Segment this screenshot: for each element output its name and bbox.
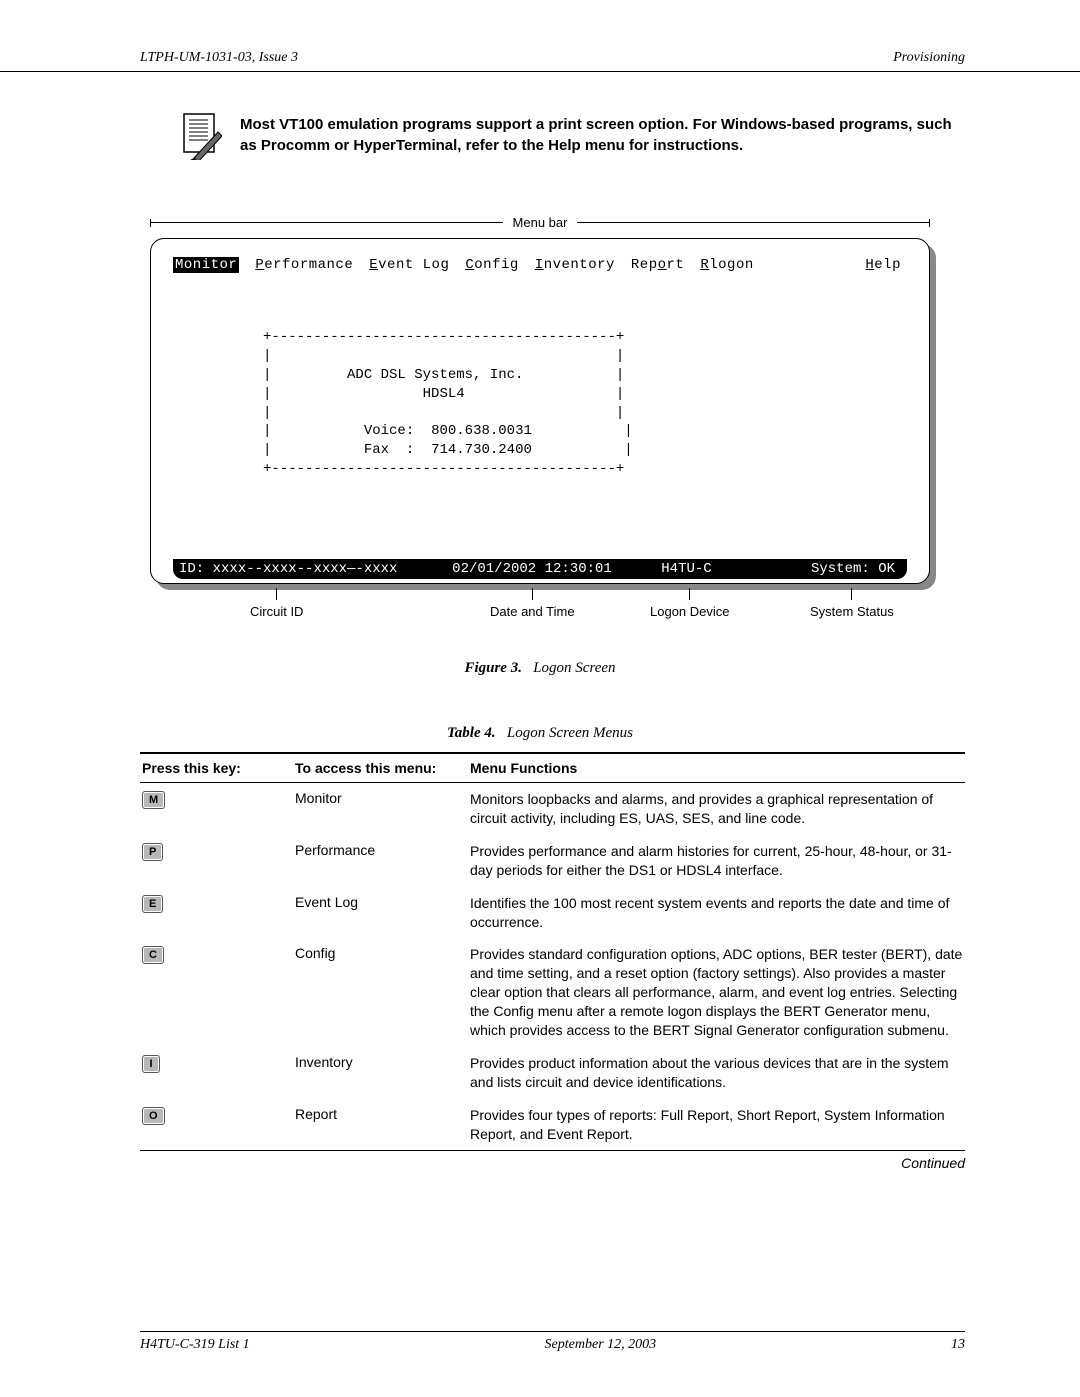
status-device: H4TU-C: [629, 561, 744, 577]
table-row: O ReportProvides four types of reports: F…: [140, 1099, 965, 1151]
menu-name: Inventory: [295, 1054, 470, 1070]
note-block: Most VT100 emulation programs support a …: [180, 112, 965, 160]
table-row: C ConfigProvides standard configuration o…: [140, 938, 965, 1046]
menu-help[interactable]: Help: [865, 257, 907, 273]
logon-menu-table: Press this key: To access this menu: Men…: [140, 752, 965, 1171]
status-system: System: OK: [811, 561, 903, 577]
figure-callouts: Circuit ID Date and Time Logon Device Sy…: [150, 588, 930, 628]
menu-monitor[interactable]: Monitor: [173, 257, 239, 273]
menu-function: Identifies the 100 most recent system ev…: [470, 894, 965, 932]
page-footer: H4TU-C-319 List 1 September 12, 2003 13: [140, 1331, 965, 1353]
menu-bar-label: Menu bar: [150, 215, 930, 230]
note-text: Most VT100 emulation programs support a …: [240, 112, 965, 156]
menu-function: Monitors loopbacks and alarms, and provi…: [470, 790, 965, 828]
key-badge: C: [142, 946, 164, 964]
menu-name: Report: [295, 1106, 470, 1122]
menu-name: Config: [295, 945, 470, 961]
table-row: M MonitorMonitors loopbacks and alarms, a…: [140, 783, 965, 835]
menu-performance[interactable]: Performance: [255, 257, 353, 273]
table-head: Press this key: To access this menu: Men…: [140, 752, 965, 783]
note-icon: [180, 112, 222, 160]
callout-circuit-id: Circuit ID: [250, 588, 303, 619]
table-row: I InventoryProvides product information a…: [140, 1047, 965, 1099]
menu-name: Monitor: [295, 790, 470, 806]
callout-logon-device: Logon Device: [650, 588, 730, 619]
key-badge: M: [142, 791, 165, 809]
status-circuit-id: ID: xxxx--xxxx--xxxx—-xxxx: [177, 561, 435, 577]
table-caption: Table 4. Logon Screen Menus: [0, 725, 1080, 742]
key-badge: I: [142, 1055, 160, 1073]
figure: Menu bar Monitor Performance Event Log C…: [150, 215, 930, 628]
terminal-body: +---------------------------------------…: [173, 328, 907, 479]
key-badge: E: [142, 895, 163, 913]
menu-function: Provides performance and alarm histories…: [470, 842, 965, 880]
figure-caption: Figure 3. Logon Screen: [0, 660, 1080, 677]
footer-right: 13: [951, 1337, 965, 1353]
menu-function: Provides four types of reports: Full Rep…: [470, 1106, 965, 1144]
footer-center: September 12, 2003: [545, 1337, 657, 1353]
terminal-status-bar: ID: xxxx--xxxx--xxxx—-xxxx 02/01/2002 12…: [173, 559, 907, 579]
footer-left: H4TU-C-319 List 1: [140, 1337, 250, 1353]
header-right: Provisioning: [893, 50, 965, 66]
table-row: E Event LogIdentifies the 100 most recent…: [140, 887, 965, 939]
menu-report[interactable]: Report: [631, 257, 684, 273]
menu-function: Provides product information about the v…: [470, 1054, 965, 1092]
callout-datetime: Date and Time: [490, 588, 575, 619]
page-header: LTPH-UM-1031-03, Issue 3 Provisioning: [0, 0, 1080, 72]
menu-rlogon[interactable]: Rlogon: [700, 257, 753, 273]
menu-function: Provides standard configuration options,…: [470, 945, 965, 1039]
terminal-window: Monitor Performance Event Log Config Inv…: [150, 238, 930, 584]
menu-inventory[interactable]: Inventory: [535, 257, 615, 273]
callout-system-status: System Status: [810, 588, 894, 619]
menu-config[interactable]: Config: [465, 257, 518, 273]
key-badge: P: [142, 843, 163, 861]
menu-name: Event Log: [295, 894, 470, 910]
table-row: P PerformanceProvides performance and ala…: [140, 835, 965, 887]
menu-eventlog[interactable]: Event Log: [369, 257, 449, 273]
terminal-menu-bar: Monitor Performance Event Log Config Inv…: [173, 257, 907, 273]
table-continued: Continued: [140, 1150, 965, 1171]
menu-name: Performance: [295, 842, 470, 858]
header-left: LTPH-UM-1031-03, Issue 3: [140, 50, 298, 66]
status-datetime: 02/01/2002 12:30:01: [435, 561, 629, 577]
key-badge: O: [142, 1107, 165, 1125]
